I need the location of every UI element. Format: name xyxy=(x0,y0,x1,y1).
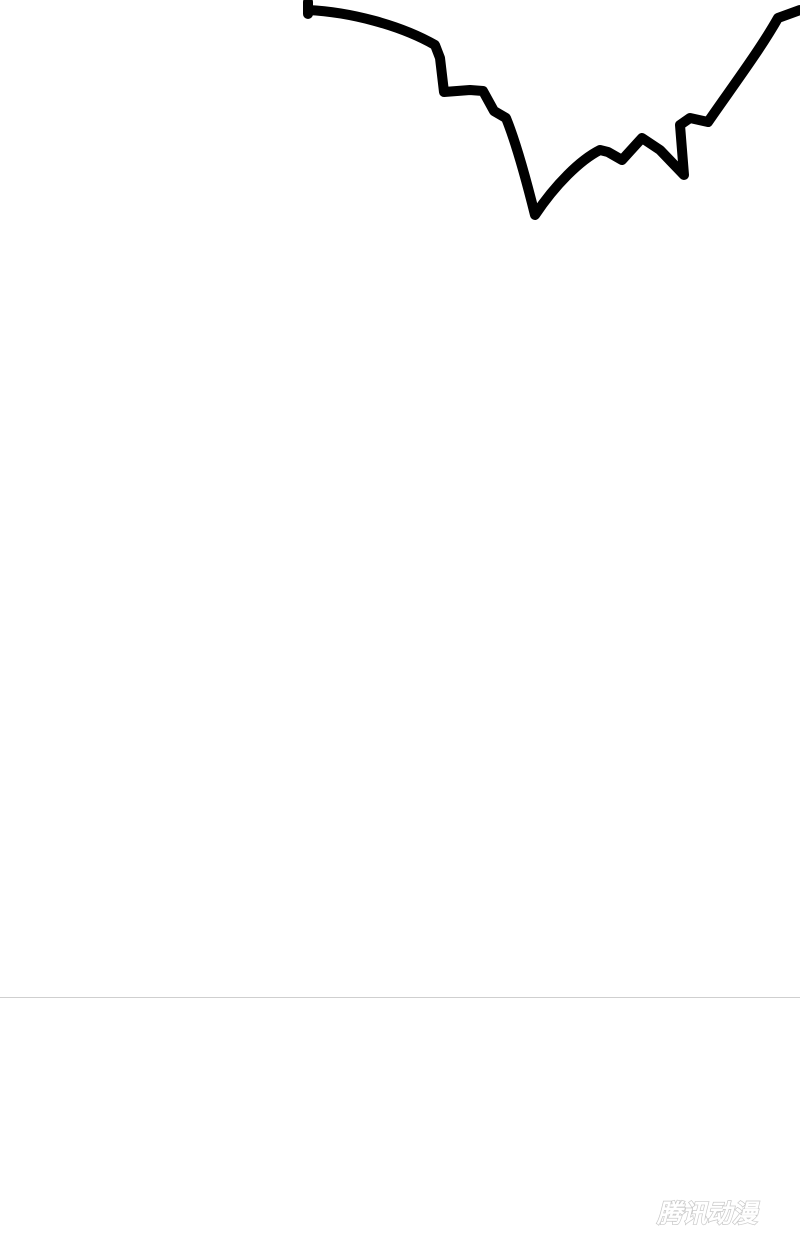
comic-panel xyxy=(0,0,800,997)
page-footer: 腾讯动漫 xyxy=(0,998,800,1250)
svg-text:腾讯动漫: 腾讯动漫 xyxy=(656,1199,760,1228)
jagged-ink-line xyxy=(303,5,800,220)
comic-page: 腾讯动漫 xyxy=(0,0,800,1250)
speech-bubble-tail-outline xyxy=(303,0,800,220)
watermark-logo: 腾讯动漫 xyxy=(655,1195,780,1229)
